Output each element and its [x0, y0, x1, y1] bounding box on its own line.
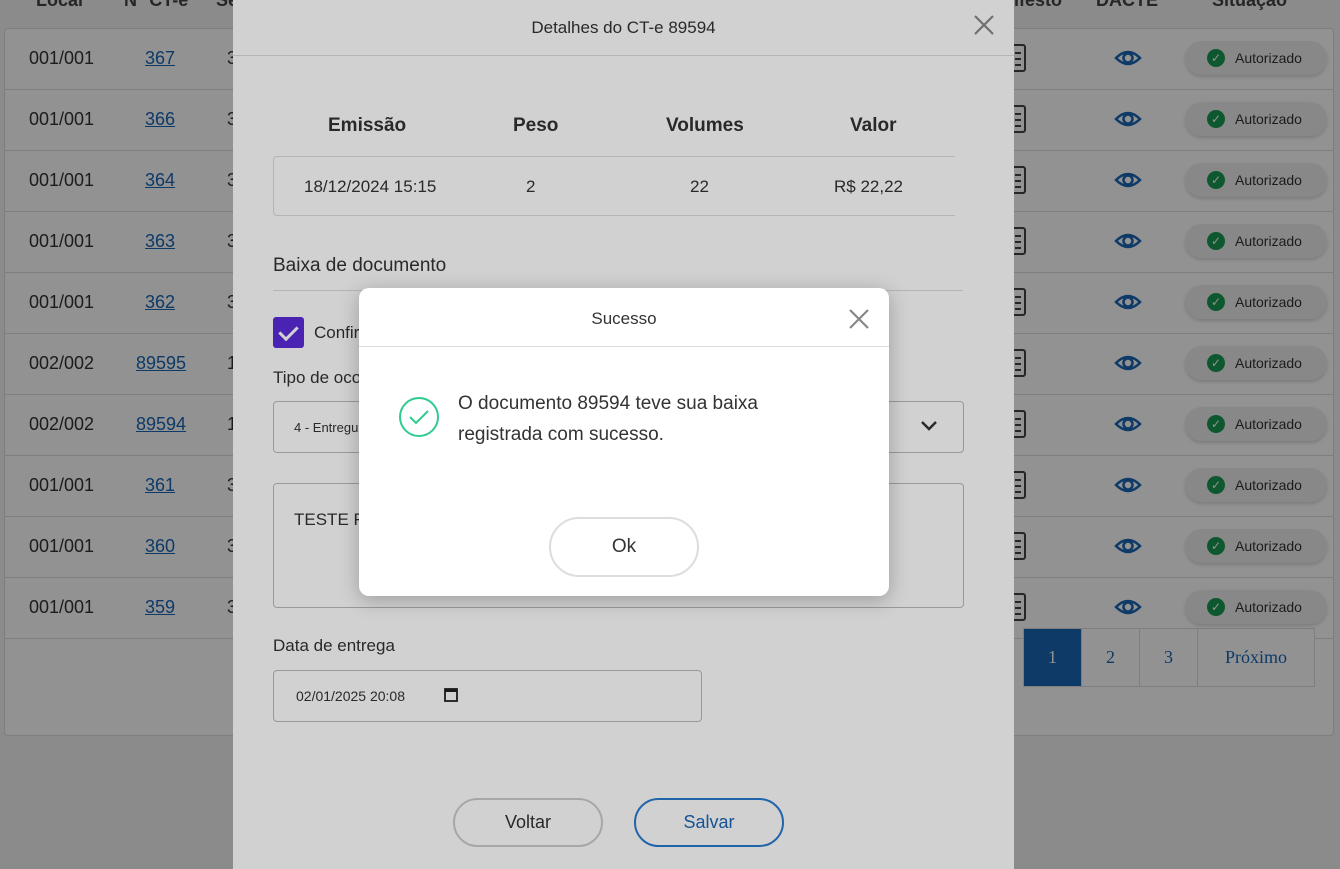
divider [359, 346, 889, 347]
check-circle-icon [399, 397, 439, 437]
success-modal: Sucesso O documento 89594 teve sua baixa… [359, 288, 889, 596]
success-message: O documento 89594 teve sua baixa registr… [458, 393, 758, 445]
ok-button[interactable]: Ok [549, 517, 699, 577]
close-icon[interactable] [848, 308, 870, 330]
success-title: Sucesso [591, 309, 657, 328]
